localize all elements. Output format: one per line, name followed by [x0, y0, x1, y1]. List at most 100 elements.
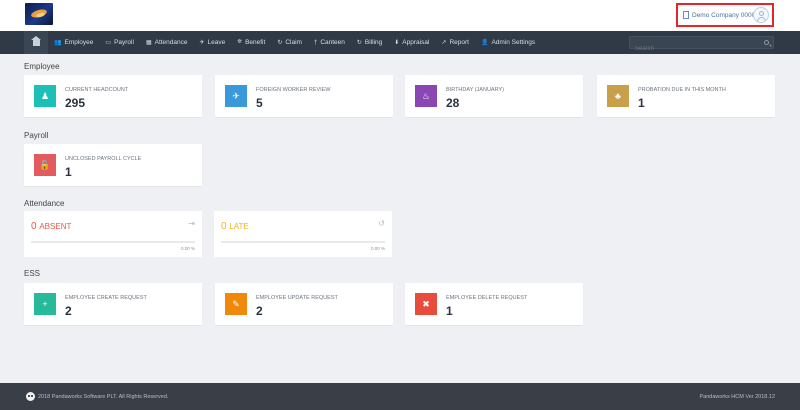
nav-payroll[interactable]: ▭ Payroll: [99, 31, 140, 54]
foreign-worker-review-card[interactable]: ✈ FOREIGN WORKER REVIEW 5: [215, 75, 393, 117]
absent-label: ABSENT: [39, 222, 72, 231]
card-value: 2: [256, 304, 263, 318]
card-label: EMPLOYEE UPDATE REQUEST: [256, 295, 338, 301]
nav-admin-settings[interactable]: 👤 Admin Settings: [475, 31, 541, 54]
nav-benefit[interactable]: ⛯ Benefit: [231, 31, 271, 54]
nav-claim[interactable]: ↻ Claim: [271, 31, 308, 54]
late-card[interactable]: 0 LATE ↺ 0.00 %: [214, 211, 392, 257]
card-value: 2: [65, 304, 72, 318]
nav-label: Attendance: [154, 39, 188, 46]
employee-delete-request-card[interactable]: ✖ EMPLOYEE DELETE REQUEST 1: [405, 283, 583, 325]
top-bar: Demo Company 00001: [0, 0, 800, 31]
billing-icon: ↻: [356, 40, 362, 46]
card-value: 295: [65, 96, 86, 110]
nav-report[interactable]: ↗ Report: [435, 31, 475, 54]
group-icon: ♣: [607, 85, 629, 107]
sign-out-icon: ⇥: [188, 219, 195, 228]
company-logo[interactable]: [25, 3, 53, 25]
gift-icon: ⛯: [237, 39, 243, 45]
late-percent: 0.00 %: [370, 246, 385, 251]
company-name: Demo Company 00001: [692, 11, 759, 19]
nav-attendance[interactable]: ▦ Attendance: [140, 31, 194, 54]
card-label: EMPLOYEE CREATE REQUEST: [65, 295, 147, 301]
section-employee: Employee: [24, 62, 60, 71]
nav-label: Payroll: [114, 39, 134, 46]
admin-icon: 👤: [480, 40, 489, 46]
close-icon: ✖: [415, 293, 437, 315]
birthday-january-card[interactable]: ♨ BIRTHDAY (JANUARY) 28: [405, 75, 583, 117]
card-label: CURRENT HEADCOUNT: [65, 87, 129, 93]
absent-card[interactable]: 0 ABSENT ⇥ 0.00 %: [24, 211, 202, 257]
pencil-icon: ✎: [225, 293, 247, 315]
footer-copyright: 2018 Pandaworks Software PLT. All Rights…: [38, 394, 169, 400]
card-label: PROBATION DUE IN THIS MONTH: [638, 87, 726, 93]
late-label: LATE: [229, 222, 249, 231]
users-icon: 👥: [54, 40, 62, 46]
search-input[interactable]: [630, 43, 773, 55]
user-avatar[interactable]: [753, 7, 769, 23]
section-attendance: Attendance: [24, 199, 65, 208]
claim-icon: ↻: [277, 40, 283, 46]
avatar-body: [757, 17, 766, 22]
home-icon: [30, 35, 41, 46]
nav-label: Employee: [64, 39, 94, 46]
card-label: EMPLOYEE DELETE REQUEST: [446, 295, 528, 301]
nav-appraisal[interactable]: ⬇ Appraisal: [388, 31, 435, 54]
employee-update-request-card[interactable]: ✎ EMPLOYEE UPDATE REQUEST 2: [215, 283, 393, 325]
nav-items: 👥 Employee ▭ Payroll ▦ Attendance ✈ Leave ⛯ Benef…: [48, 31, 541, 54]
plus-icon: +: [34, 293, 56, 315]
plane-icon: ✈: [225, 85, 247, 107]
section-payroll: Payroll: [24, 131, 49, 140]
plane-icon: ✈: [199, 40, 205, 46]
calendar-icon: ▦: [145, 40, 152, 46]
report-icon: ↗: [441, 40, 447, 46]
footer-version: Pandaworks HCM Ver 2018.12: [699, 394, 775, 400]
card-label: BIRTHDAY (JANUARY): [446, 87, 504, 93]
nav-label: Appraisal: [402, 39, 430, 46]
panda-logo-icon: [26, 392, 35, 401]
money-icon: ▭: [105, 40, 112, 46]
cake-icon: ♨: [415, 85, 437, 107]
nav-label: Claim: [285, 39, 302, 46]
absent-summary: 0 ABSENT: [31, 221, 71, 232]
late-summary: 0 LATE: [221, 221, 249, 232]
nav-leave[interactable]: ✈ Leave: [194, 31, 232, 54]
card-label: UNCLOSED PAYROLL CYCLE: [65, 156, 142, 162]
absent-percent: 0.00 %: [180, 246, 195, 251]
nav-home[interactable]: [24, 31, 48, 54]
card-value: 1: [638, 96, 645, 110]
nav-canteen[interactable]: † Canteen: [308, 31, 351, 54]
nav-label: Leave: [207, 39, 226, 46]
current-headcount-card[interactable]: ♟ CURRENT HEADCOUNT 295: [24, 75, 202, 117]
card-value: 1: [446, 304, 453, 318]
lock-icon: 🔓: [34, 154, 56, 176]
nav-label: Billing: [364, 39, 383, 46]
card-value: 28: [446, 96, 460, 110]
footer: 2018 Pandaworks Software PLT. All Rights…: [0, 383, 800, 410]
main-nav: 👥 Employee ▭ Payroll ▦ Attendance ✈ Leave ⛯ Benef…: [0, 31, 800, 55]
nav-search[interactable]: [629, 36, 774, 55]
canteen-icon: †: [313, 39, 318, 46]
search-icon[interactable]: [764, 40, 769, 45]
absent-progress: [31, 241, 195, 243]
logo-fish-accent: [35, 11, 46, 19]
nav-label: Admin Settings: [491, 39, 536, 46]
card-value: 5: [256, 96, 263, 110]
probation-due-in-this-month-card[interactable]: ♣ PROBATION DUE IN THIS MONTH 1: [597, 75, 775, 117]
employee-create-request-card[interactable]: + EMPLOYEE CREATE REQUEST 2: [24, 283, 202, 325]
card-label: FOREIGN WORKER REVIEW: [256, 87, 331, 93]
nav-label: Canteen: [320, 39, 345, 46]
history-icon: ↺: [378, 219, 385, 228]
card-value: 1: [65, 165, 72, 179]
avatar-head: [759, 11, 764, 16]
unclosed-payroll-cycle-card[interactable]: 🔓 UNCLOSED PAYROLL CYCLE 1: [24, 144, 202, 186]
section-ess: ESS: [24, 269, 41, 278]
late-progress: [221, 241, 385, 243]
building-icon: [683, 11, 689, 19]
company-switcher[interactable]: Demo Company 00001: [676, 3, 774, 27]
nav-billing[interactable]: ↻ Billing: [351, 31, 388, 54]
absent-count: 0: [31, 221, 37, 232]
late-count: 0: [221, 221, 227, 232]
nav-employee[interactable]: 👥 Employee: [48, 31, 99, 54]
nav-label: Report: [449, 39, 469, 46]
